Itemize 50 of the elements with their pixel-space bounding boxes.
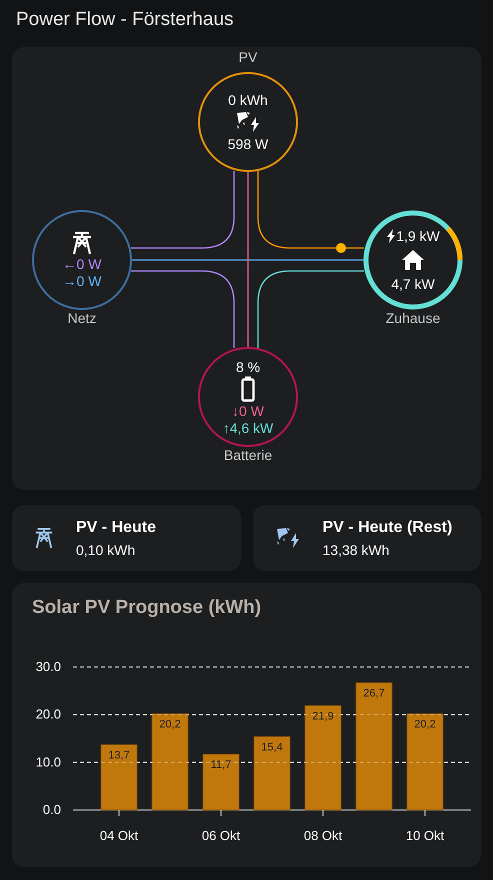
flow-dot	[336, 243, 346, 253]
power-tower-icon	[71, 231, 93, 255]
y-tick-label: 30.0	[36, 659, 61, 674]
bar-value-label: 26,7	[363, 688, 385, 700]
battery-reading: ↑4,6 kW	[222, 420, 274, 436]
chart-title: Solar PV Prognose (kWh)	[31, 596, 262, 620]
y-tick-label: 0.0	[42, 802, 61, 817]
stat-tile[interactable]: PV - Heute (Rest) 13,38 kWh	[252, 505, 481, 571]
tile-title: PV - Heute (Rest)	[322, 518, 452, 536]
node-value: 0 kWh	[228, 92, 268, 108]
tick-mark	[220, 810, 222, 816]
tile-value: 13,38 kWh	[322, 542, 390, 558]
page-title: Power Flow - Försterhaus	[15, 8, 235, 32]
node-value: 598 W	[228, 136, 268, 152]
power-tower-icon	[34, 526, 54, 550]
bar-value-label: 13,7	[108, 750, 130, 762]
tick-mark	[424, 810, 426, 816]
tick-mark	[118, 810, 120, 816]
stat-tile[interactable]: PV - Heute 0,10 kWh	[12, 505, 240, 571]
bar-value-label: 20,2	[159, 718, 181, 731]
x-tick-label: 06 Okt	[202, 828, 240, 843]
bar	[202, 754, 240, 810]
home-solar-reading: 1,9 kW	[396, 228, 440, 244]
grid-reading: →0 W	[62, 273, 102, 289]
node-label: Zuhause	[384, 310, 442, 326]
node-label: Netz	[66, 310, 98, 326]
bar-value-label: 15,4	[261, 742, 283, 754]
node-label: Batterie	[222, 447, 274, 463]
bar	[100, 744, 138, 810]
tile-title: PV - Heute	[76, 518, 156, 536]
battery-icon	[241, 376, 255, 402]
y-tick-label: 10.0	[36, 754, 61, 770]
solar-panel-icon	[235, 111, 261, 133]
tile-value: 0,10 kWh	[76, 542, 136, 558]
bar-value-label: 21,9	[312, 710, 334, 723]
bar-value-label: 20,2	[414, 718, 436, 731]
bar-value-label: 11,7	[210, 759, 232, 772]
battery-reading: ↓0 W	[232, 402, 264, 418]
y-tick-label: 20.0	[36, 706, 61, 722]
node-label: PV	[238, 49, 258, 65]
node-value: 4,7 kW	[391, 276, 435, 292]
x-tick-label: 10 Okt	[406, 828, 444, 843]
battery-level: 8 %	[236, 358, 260, 374]
home-icon	[401, 249, 425, 271]
tick-mark	[322, 810, 324, 816]
grid-reading: ←0 W	[62, 256, 102, 272]
solar-panel-icon	[274, 526, 300, 550]
x-tick-label: 04 Okt	[100, 828, 138, 843]
lightning-icon	[386, 229, 396, 243]
x-tick-label: 08 Okt	[304, 828, 342, 843]
